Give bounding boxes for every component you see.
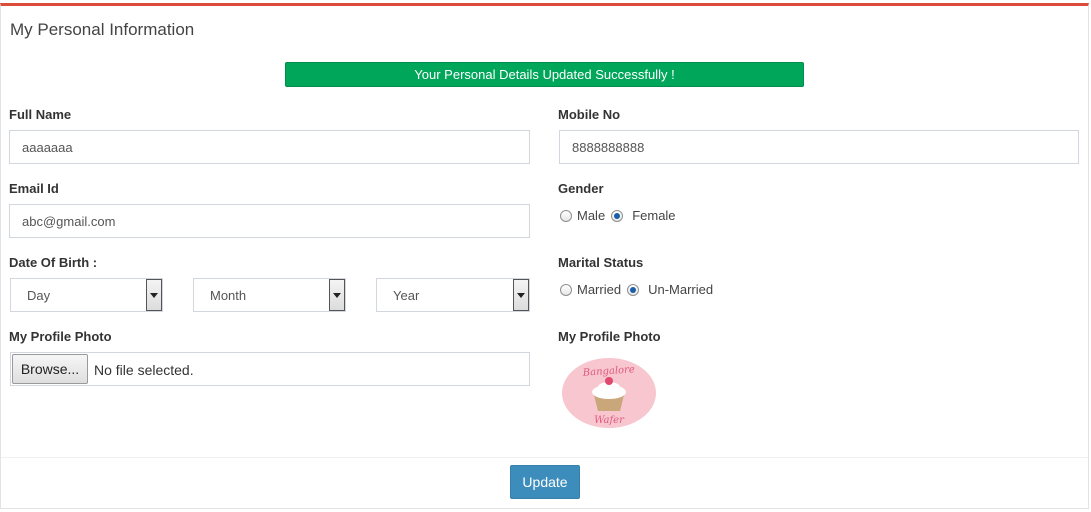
gender-male-radio[interactable] <box>560 209 572 222</box>
photo-preview-label: My Profile Photo <box>558 329 661 344</box>
dob-year-select[interactable]: Year <box>376 278 530 312</box>
success-alert: Your Personal Details Updated Successful… <box>285 62 804 87</box>
photo-upload-label: My Profile Photo <box>9 329 112 344</box>
update-button[interactable]: Update <box>510 465 580 499</box>
gender-male-label: Male <box>577 208 606 223</box>
chevron-down-icon <box>146 279 162 311</box>
marital-status-radio-group: Married Un-Married <box>560 282 717 297</box>
gender-female-radio[interactable] <box>611 209 624 222</box>
file-status-text: No file selected. <box>94 362 194 378</box>
chevron-down-icon <box>513 279 529 311</box>
chevron-down-icon <box>329 279 345 311</box>
mobile-label: Mobile No <box>558 107 621 122</box>
panel-title: My Personal Information <box>10 20 195 39</box>
profile-photo: Bangalore Wafer <box>561 357 657 429</box>
marital-unmarried-label: Un-Married <box>648 282 714 297</box>
browse-button[interactable]: Browse... <box>12 354 88 384</box>
email-input[interactable] <box>9 204 530 238</box>
email-label: Email Id <box>9 181 59 196</box>
gender-label: Gender <box>558 181 604 196</box>
gender-radio-group: Male Female <box>560 208 680 223</box>
footer-divider <box>1 457 1088 458</box>
personal-info-panel: My Personal Information Your Personal De… <box>0 3 1089 509</box>
photo-file-input[interactable]: Browse... No file selected. <box>10 352 530 386</box>
marital-unmarried-radio[interactable] <box>627 283 640 296</box>
full-name-input[interactable] <box>9 130 530 164</box>
full-name-label: Full Name <box>9 107 72 122</box>
dob-day-select[interactable]: Day <box>10 278 163 312</box>
dob-month-select[interactable]: Month <box>193 278 346 312</box>
dob-year-value: Year <box>393 288 420 303</box>
dob-label: Date Of Birth : <box>9 255 98 270</box>
marital-status-label: Marital Status <box>558 255 644 270</box>
dob-month-value: Month <box>210 288 247 303</box>
gender-female-label: Female <box>632 208 676 223</box>
marital-married-label: Married <box>577 282 622 297</box>
marital-married-radio[interactable] <box>560 283 572 296</box>
logo-bottom-text: Wafer <box>594 415 625 426</box>
mobile-input[interactable] <box>559 130 1079 164</box>
bangalore-wafer-logo: Bangalore Wafer <box>562 358 656 428</box>
dob-day-value: Day <box>27 288 51 303</box>
